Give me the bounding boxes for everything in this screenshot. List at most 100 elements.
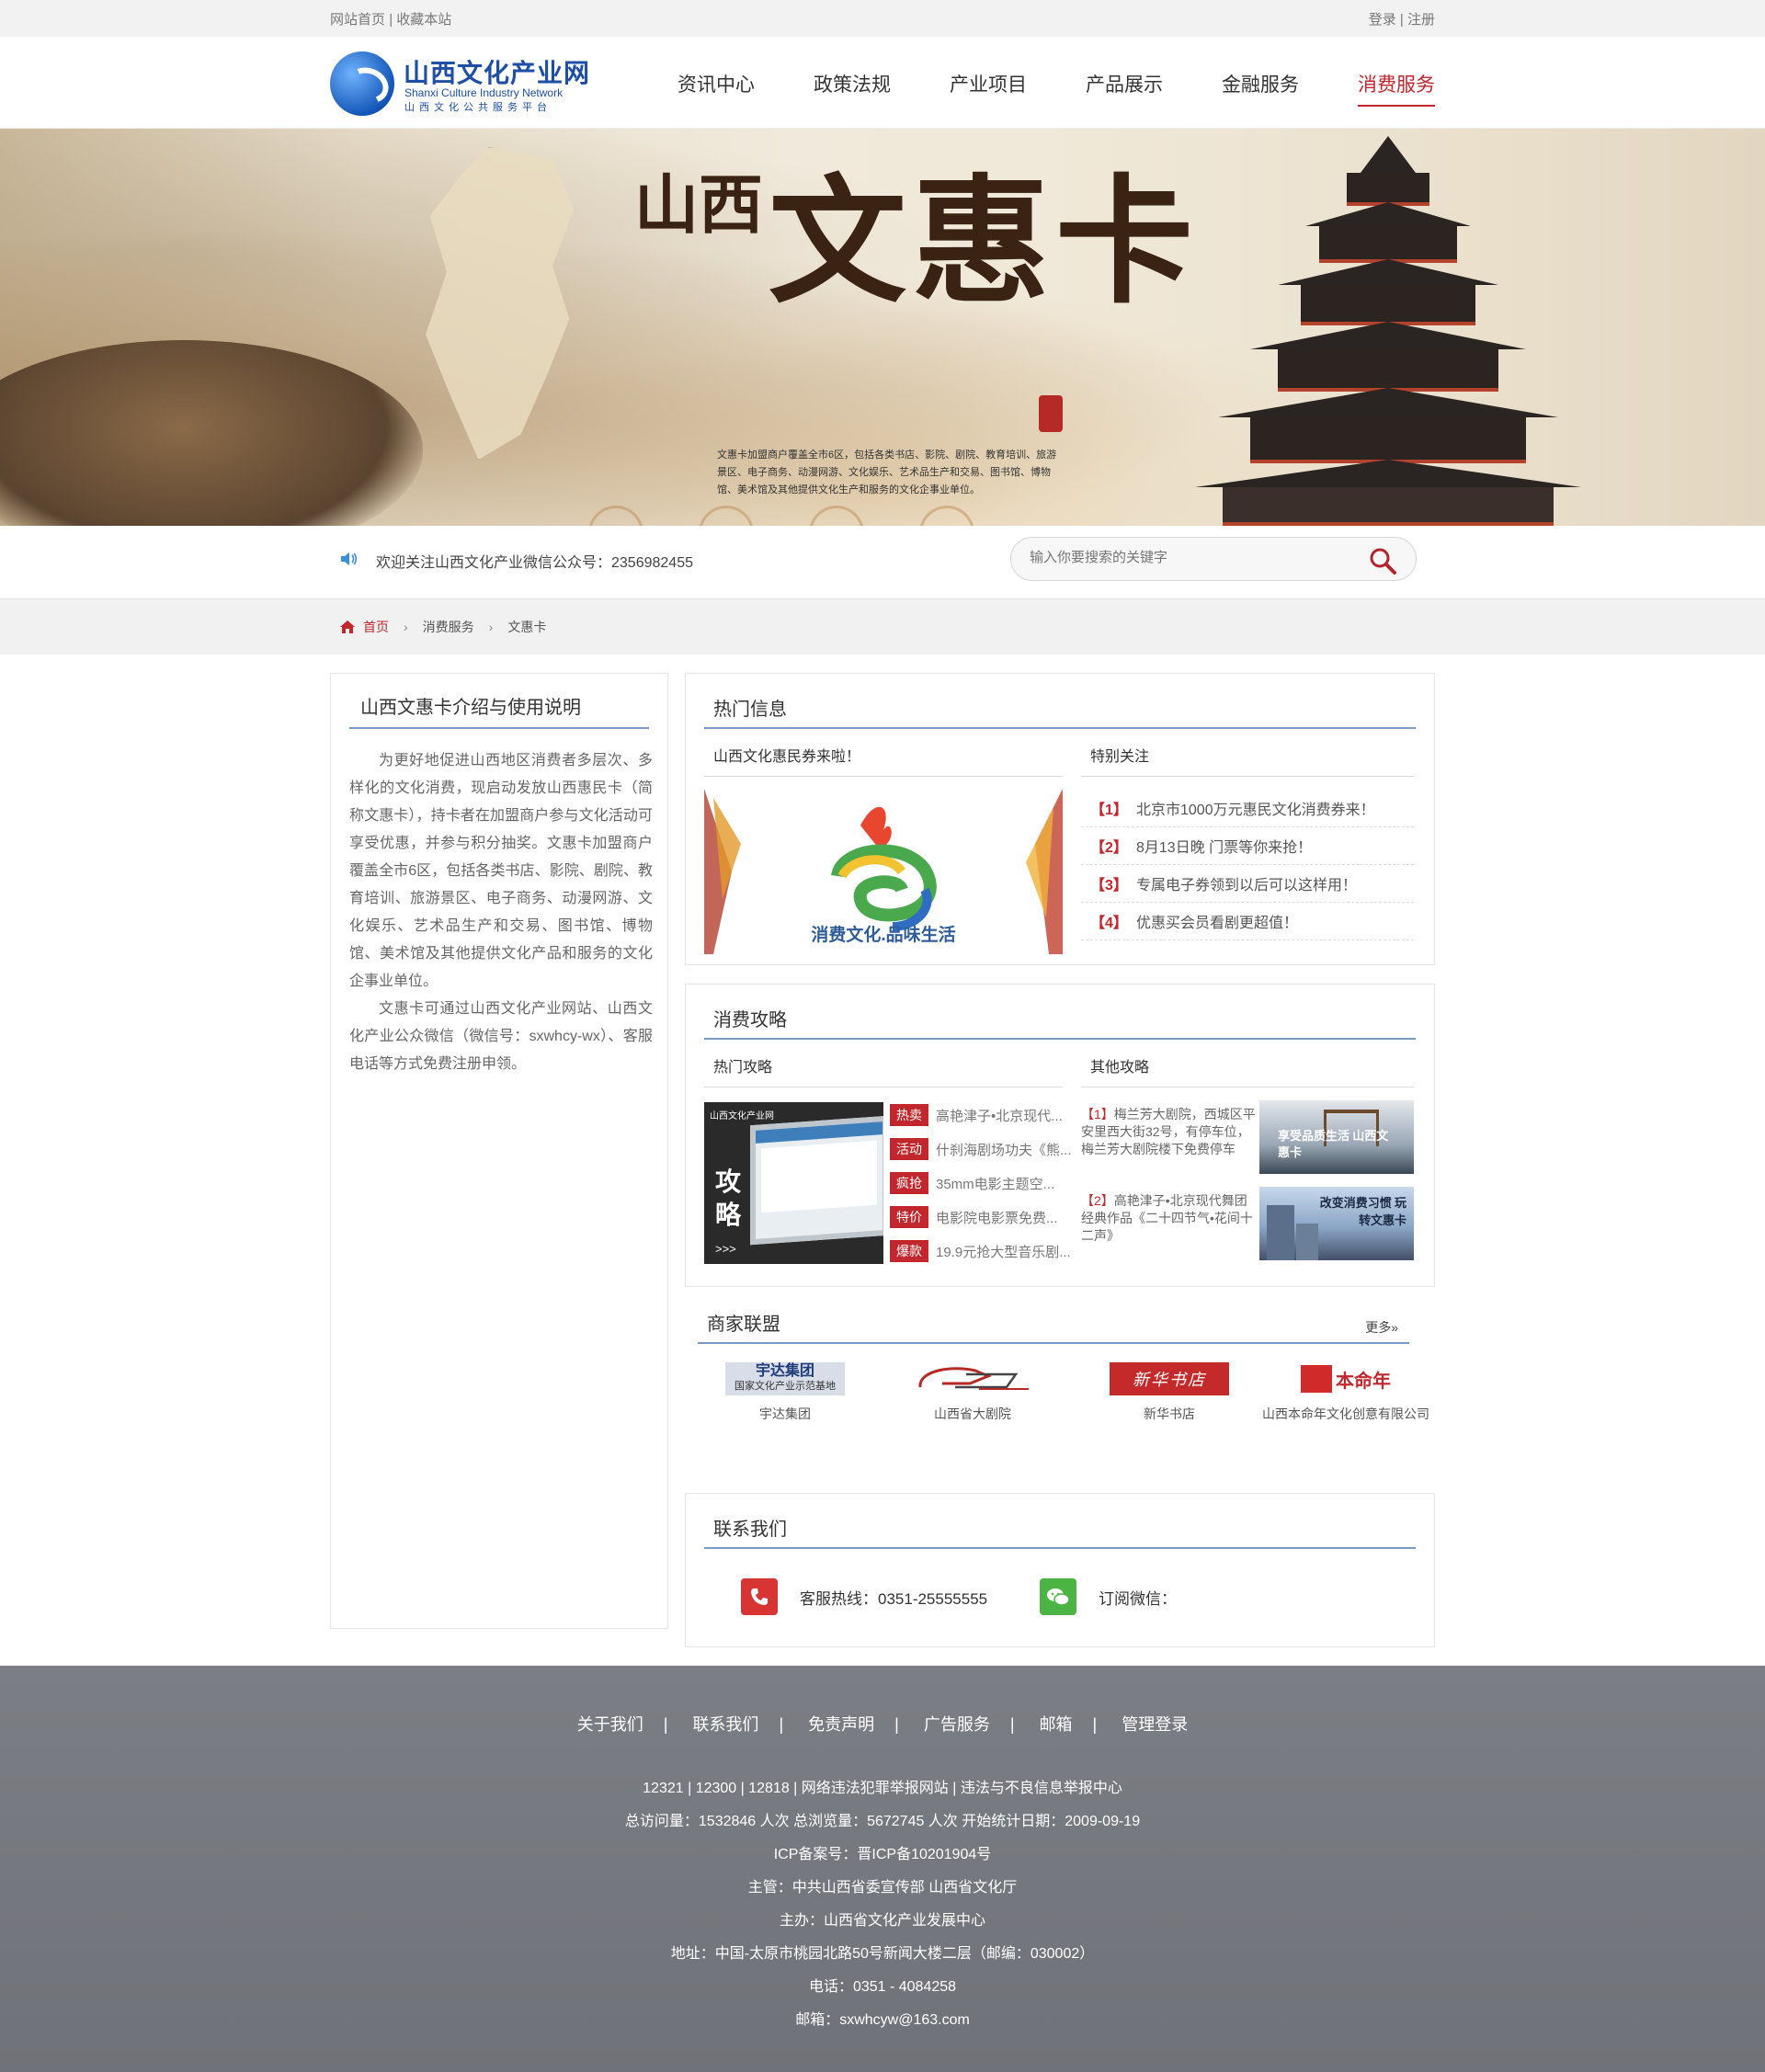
- other-guide-number: 【1】: [1081, 1107, 1114, 1121]
- search-input[interactable]: [1030, 550, 1361, 565]
- decoration-ring: [919, 506, 974, 526]
- logo-english: Shanxi Culture Industry Network: [404, 86, 564, 99]
- promo-caption: 消费文化.品味生活: [811, 924, 955, 945]
- other-guide-image[interactable]: 改变消费习惯 玩转文惠卡: [1259, 1187, 1414, 1260]
- nav-item-news[interactable]: 资讯中心: [678, 70, 755, 107]
- nav-item-products[interactable]: 产品展示: [1086, 70, 1163, 107]
- hot-promo-image[interactable]: 消费文化.品味生活: [704, 789, 1063, 954]
- contact-title: 联系我们: [704, 1510, 1416, 1549]
- nav-item-policy[interactable]: 政策法规: [814, 70, 891, 107]
- wechat-text: 订阅微信：: [1099, 1589, 1177, 1608]
- merchant-name: 山西省大剧院: [934, 1406, 1011, 1421]
- nav-item-finance[interactable]: 金融服务: [1222, 70, 1299, 107]
- decoration-ring: [699, 506, 754, 526]
- banner-decoration: [588, 506, 1048, 526]
- guide-char: 攻: [715, 1168, 742, 1197]
- decoration-ring: [588, 506, 643, 526]
- list-item[interactable]: 【3】 专属电子券领到以后可以这样用！: [1081, 865, 1414, 903]
- other-guide-item[interactable]: 【2】高艳津子•北京现代舞团经典作品《二十四节气•花间十二声》: [1081, 1192, 1256, 1245]
- logo-title: 山西文化产业网: [404, 60, 591, 88]
- consumer-guide-panel: 消费攻略 热门攻略 山西文化产业网 攻略 >>> 热卖 高艳津子•北京现代... …: [685, 984, 1435, 1287]
- banner-title: 山西文惠卡: [634, 175, 1199, 313]
- banner-title-main: 文惠卡: [769, 167, 1200, 320]
- list-item[interactable]: 疯抢 35mm电影主题空...: [890, 1170, 1074, 1196]
- footer-link-mail[interactable]: 邮箱: [1040, 1715, 1073, 1734]
- merchant-item[interactable]: 新华书店 新华书店: [1082, 1362, 1257, 1423]
- hot-guide-title: 热门攻略: [704, 1054, 1063, 1087]
- wechat-notice: 欢迎关注山西文化产业微信公众号：2356982455: [376, 555, 693, 571]
- footer-line: 总访问量：1532846 人次 总浏览量：5672745 人次 开始统计日期：2…: [624, 1814, 1141, 1829]
- top-links-right: 登录 | 注册: [1369, 9, 1435, 28]
- pagoda-roof: [1305, 202, 1471, 226]
- list-item[interactable]: 热卖 高艳津子•北京现代...: [890, 1102, 1074, 1128]
- other-guide-item[interactable]: 【1】梅兰芳大剧院，西城区平安里西大街32号，有停车位，梅兰芳大剧院楼下免费停车: [1081, 1106, 1256, 1158]
- footer-info: 12321 | 12300 | 12818 | 网络违法犯罪举报网站 | 违法与…: [0, 1772, 1765, 2037]
- footer-link-contact[interactable]: 联系我们: [692, 1715, 758, 1734]
- site-logo[interactable]: 山西文化产业网 Shanxi Culture Industry Network …: [330, 50, 606, 116]
- footer-separator: |: [1009, 1715, 1015, 1734]
- header: 山西文化产业网 Shanxi Culture Industry Network …: [0, 37, 1765, 129]
- screen-header: [756, 1121, 882, 1144]
- breadcrumb-home-label: 首页: [363, 620, 389, 634]
- list-item[interactable]: 特价 电影院电影票免费...: [890, 1204, 1074, 1230]
- merchant-logo-text: 新华书店: [1133, 1371, 1206, 1389]
- seal-stamp: [1039, 395, 1063, 432]
- list-item-text: 高艳津子•北京现代...: [936, 1108, 1063, 1124]
- pagoda-tier: [1347, 173, 1429, 206]
- login-link[interactable]: 登录: [1369, 12, 1396, 28]
- list-item-text: 19.9元抢大型音乐剧...: [936, 1244, 1071, 1260]
- merchant-item[interactable]: 本命年 山西本命年文化创意有限公司: [1258, 1362, 1433, 1423]
- pagoda-tier: [1278, 349, 1498, 392]
- other-guide-image[interactable]: 享受品质生活 山西文惠卡: [1259, 1100, 1414, 1174]
- list-item[interactable]: 【1】 北京市1000万元惠民文化消费券来！: [1081, 790, 1414, 827]
- list-item-text: 电影院电影票免费...: [936, 1210, 1058, 1226]
- list-item[interactable]: 【2】 8月13日晚 门票等你来抢！: [1081, 827, 1414, 865]
- list-item[interactable]: 活动 什刹海剧场功夫《熊...: [890, 1136, 1074, 1162]
- intro-title: 山西文惠卡介绍与使用说明: [349, 692, 649, 729]
- footer-link-admin[interactable]: 管理登录: [1122, 1715, 1188, 1734]
- footer-link-disclaimer[interactable]: 免责声明: [808, 1715, 874, 1734]
- merchant-logo-text: 本命年: [1336, 1371, 1391, 1392]
- breadcrumb-separator: ›: [404, 620, 408, 634]
- list-item-text: 8月13日晚 门票等你来抢！: [1136, 840, 1313, 856]
- banner-description: 文惠卡加盟商户覆盖全市6区，包括各类书店、影院、剧院、教育培训、旅游景区、电子商…: [717, 450, 1057, 495]
- nav-item-projects[interactable]: 产业项目: [950, 70, 1027, 107]
- breadcrumb-bar: 首页 › 消费服务 › 文惠卡: [0, 599, 1765, 655]
- skyline-image: [1267, 1205, 1294, 1260]
- guide-arrow: >>>: [715, 1242, 736, 1256]
- main-nav: 资讯中心 政策法规 产业项目 产品展示 金融服务 消费服务: [619, 70, 1435, 107]
- more-link[interactable]: 更多»: [1365, 1318, 1398, 1337]
- guide-feature-image[interactable]: 山西文化产业网 攻略 >>>: [704, 1102, 883, 1264]
- nav-item-consumer[interactable]: 消费服务: [1358, 70, 1435, 107]
- pagoda-tier: [1223, 487, 1554, 526]
- tag-badge: 爆款: [890, 1240, 928, 1262]
- merchant-item[interactable]: 山西省大剧院: [885, 1362, 1060, 1423]
- search-icon[interactable]: [1368, 546, 1397, 575]
- laptop-screen-image: [750, 1115, 883, 1246]
- footer-link-about[interactable]: 关于我们: [577, 1715, 643, 1734]
- merchant-item[interactable]: 宇达集团 国家文化产业示范基地 宇达集团: [698, 1362, 872, 1423]
- footer-line: ICP备案号：晋ICP备10201904号: [773, 1847, 992, 1862]
- tag-badge: 活动: [890, 1138, 928, 1160]
- theater-logo: [918, 1367, 1029, 1390]
- footer-line: 12321 | 12300 | 12818 | 网络违法犯罪举报网站 | 违法与…: [643, 1781, 1122, 1796]
- intro-text: 为更好地促进山西地区消费者多层次、多样化的文化消费，现启动发放山西惠民卡（简称文…: [349, 747, 653, 1078]
- list-item[interactable]: 【4】 优惠买会员看剧更超值！: [1081, 903, 1414, 940]
- breadcrumb-home[interactable]: 首页: [339, 618, 389, 636]
- breadcrumb-consumer[interactable]: 消费服务: [423, 618, 474, 636]
- hero-banner: 山西文惠卡 文惠卡加盟商户覆盖全市6区，包括各类书店、影院、剧院、教育培训、旅游…: [0, 129, 1765, 526]
- list-item-number: 【1】: [1090, 803, 1128, 818]
- top-bar: 网站首页 | 收藏本站 登录 | 注册: [0, 0, 1765, 37]
- footer-link-ads[interactable]: 广告服务: [924, 1715, 990, 1734]
- pagoda-tier: [1250, 417, 1526, 463]
- info-bar: 欢迎关注山西文化产业微信公众号：2356982455: [0, 526, 1765, 599]
- home-link[interactable]: 网站首页: [330, 12, 385, 28]
- register-link[interactable]: 注册: [1407, 12, 1435, 28]
- footer-separator: |: [663, 1715, 668, 1734]
- favorite-link[interactable]: 收藏本站: [396, 12, 451, 28]
- footer-line: 邮箱：sxwhcyw@163.com: [795, 2012, 970, 2028]
- list-item[interactable]: 爆款 19.9元抢大型音乐剧...: [890, 1238, 1074, 1264]
- footer-separator: |: [1092, 1715, 1098, 1734]
- guide-image-text: 攻略: [715, 1167, 741, 1233]
- wechat-contact: 订阅微信：: [1040, 1578, 1177, 1615]
